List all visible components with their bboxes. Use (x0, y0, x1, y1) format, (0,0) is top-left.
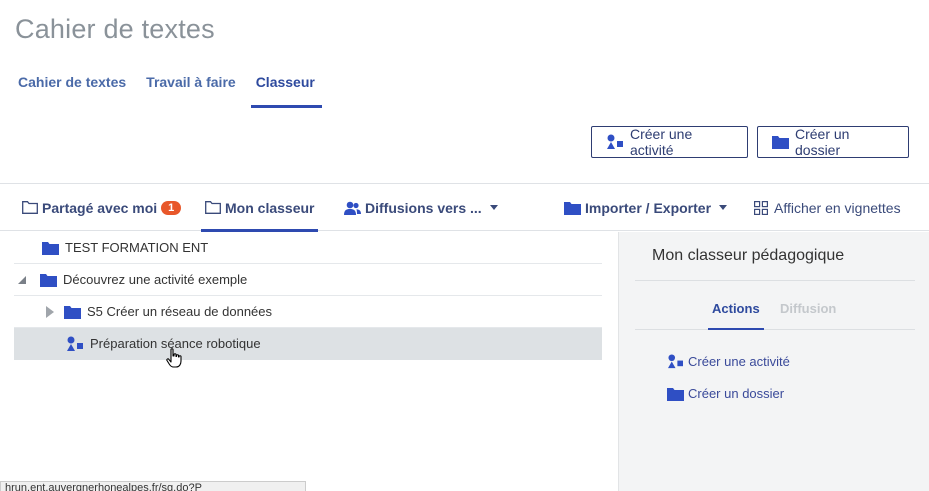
side-panel: Mon classeur pédagogique Actions Diffusi… (618, 232, 929, 491)
page-title: Cahier de textes (15, 14, 215, 44)
my-binder-label: Mon classeur (225, 199, 315, 216)
show-thumbnails-button[interactable]: Afficher en vignettes (754, 184, 901, 231)
side-create-folder-link[interactable]: Créer un dossier (667, 386, 784, 401)
activity-icon (66, 336, 84, 352)
folder-outline-icon (22, 201, 38, 214)
side-panel-title: Mon classeur pédagogique (652, 247, 845, 264)
folder-icon (564, 201, 581, 215)
create-folder-button[interactable]: Créer un dossier (757, 126, 909, 158)
folder-icon (40, 273, 57, 287)
users-icon (344, 201, 361, 215)
chevron-down-icon (719, 205, 728, 210)
create-folder-label: Créer un dossier (795, 126, 850, 158)
tab-cahier-de-textes[interactable]: Cahier de textes (18, 74, 126, 108)
tree-item-label: TEST FORMATION ENT (65, 240, 209, 255)
create-activity-button[interactable]: Créer une activité (591, 126, 748, 158)
top-tabs: Cahier de textes Travail à faire Classeu… (18, 74, 335, 108)
side-create-activity-label: Créer une activité (688, 354, 790, 369)
tree-item[interactable]: Préparation séance robotique (14, 328, 602, 360)
shared-count-badge: 1 (161, 200, 182, 215)
activity-icon (606, 134, 624, 150)
tab-my-binder[interactable]: Mon classeur (201, 184, 319, 232)
side-panel-tabs: Actions Diffusion (635, 290, 915, 330)
shared-label: Partagé avec moi (42, 199, 158, 216)
diffusions-dropdown[interactable]: Diffusions vers ... (344, 184, 498, 231)
import-export-label: Importer / Exporter (585, 199, 712, 216)
collapse-icon[interactable] (18, 275, 26, 284)
expand-icon[interactable] (46, 305, 54, 318)
tab-shared-with-me[interactable]: Partagé avec moi 1 (22, 184, 182, 231)
show-thumbnails-label: Afficher en vignettes (774, 199, 901, 216)
folder-outline-icon (205, 201, 221, 214)
create-activity-label: Créer une activité (630, 126, 693, 158)
tab-classeur[interactable]: Classeur (250, 74, 323, 108)
tab-diffusion[interactable]: Diffusion (780, 301, 836, 316)
side-create-activity-link[interactable]: Créer une activité (667, 354, 790, 369)
import-export-dropdown[interactable]: Importer / Exporter (564, 184, 728, 231)
grid-icon (754, 200, 768, 215)
diffusions-label: Diffusions vers ... (365, 199, 482, 216)
tree-item-label: S5 Créer un réseau de données (87, 304, 273, 319)
folder-icon (64, 305, 81, 319)
folder-icon (772, 135, 789, 149)
tree-item-label: Découvrez une activité exemple (63, 272, 248, 287)
chevron-down-icon (489, 205, 498, 210)
folder-icon (42, 241, 59, 255)
tree-item[interactable]: Découvrez une activité exemple (14, 264, 602, 296)
status-bar-url: hrun.ent.auvergnerhonealpes.fr/sg.do?P (0, 481, 306, 491)
tab-travail-a-faire[interactable]: Travail à faire (146, 74, 236, 108)
tab-actions[interactable]: Actions (708, 301, 764, 330)
classeur-subtabs: Partagé avec moi 1 Mon classeur Diffusio… (0, 184, 929, 232)
divider (635, 280, 915, 281)
tree-item[interactable]: S5 Créer un réseau de données (14, 296, 602, 328)
tree-item[interactable]: TEST FORMATION ENT (14, 232, 602, 264)
side-create-folder-label: Créer un dossier (688, 386, 785, 401)
folder-icon (667, 387, 684, 401)
hand-cursor-icon (166, 348, 182, 373)
activity-icon (667, 354, 684, 369)
binder-tree: TEST FORMATION ENT Découvrez une activit… (14, 232, 602, 360)
